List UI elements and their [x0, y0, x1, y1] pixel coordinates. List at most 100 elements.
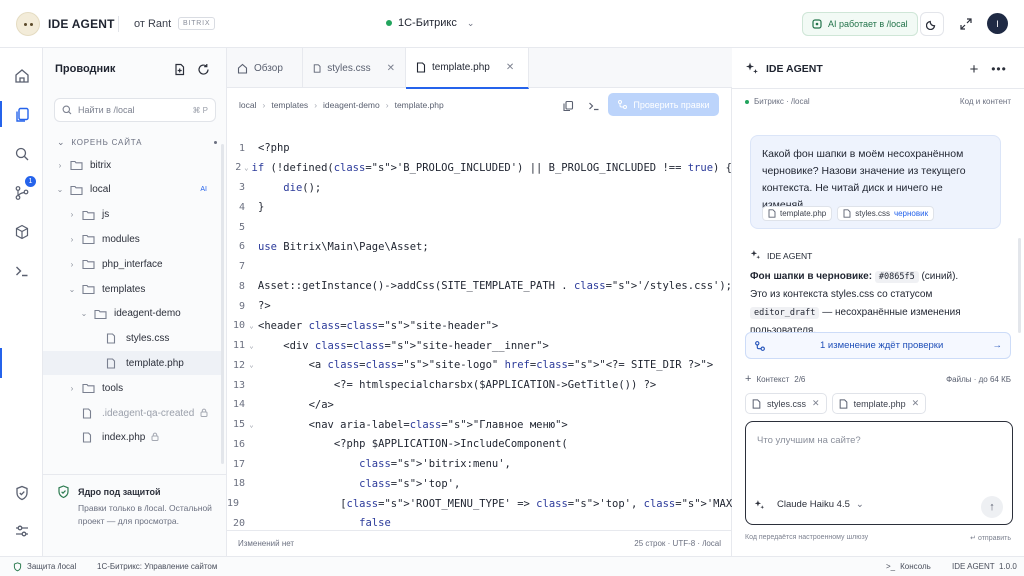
search-button[interactable] — [10, 142, 33, 165]
ai-status-badge[interactable]: AI работает в /local — [802, 12, 918, 36]
cube-icon — [15, 224, 28, 239]
code-line[interactable]: 20 false — [227, 513, 732, 530]
home-button[interactable] — [10, 64, 33, 87]
breadcrumb-item[interactable]: ideagent-demo — [323, 100, 380, 110]
tree-item-label: styles.css — [126, 333, 170, 345]
explorer-button[interactable] — [10, 103, 33, 126]
plus-icon[interactable]: + — [745, 373, 751, 385]
line-number: 18 — [232, 478, 245, 490]
version-label: IDE AGENT 1.0.0 — [952, 562, 1017, 571]
code-line[interactable]: 16 <?php $APPLICATION->IncludeComponent( — [227, 434, 732, 454]
terminal-button[interactable] — [10, 259, 33, 282]
scrollbar[interactable] — [1018, 238, 1021, 333]
console-button[interactable]: >_ Консоль — [886, 562, 931, 571]
model-selector[interactable]: Claude Haiku 4.5 ⌄ — [754, 499, 864, 510]
copy-button[interactable] — [557, 95, 579, 117]
tree-root-header[interactable]: ⌄ КОРЕНЬ САЙТА — [57, 137, 217, 148]
files-limit: Файлы · до 64 КБ — [946, 374, 1011, 384]
new-file-button[interactable] — [167, 57, 191, 81]
code-line[interactable]: 8 Asset::getInstance()->addCss(SITE_TEMPL… — [227, 276, 732, 296]
tree-folder[interactable]: › js — [43, 203, 221, 227]
close-icon[interactable]: ✕ — [912, 398, 920, 409]
modules-button[interactable] — [10, 220, 33, 243]
tree-folder[interactable]: ⌄ local AI — [43, 178, 221, 202]
breadcrumb-item[interactable]: local — [239, 100, 256, 110]
code-text: die(); — [283, 181, 322, 194]
code-line[interactable]: 5 — [227, 217, 732, 237]
tab-overview[interactable]: Обзор — [227, 48, 303, 88]
tree-folder[interactable]: › modules — [43, 227, 221, 251]
fold-chevron-icon[interactable]: ⌄ — [241, 164, 251, 172]
shield-icon — [15, 485, 28, 500]
refresh-icon — [197, 63, 209, 75]
refresh-button[interactable] — [191, 57, 215, 81]
fold-chevron-icon[interactable]: ⌄ — [245, 342, 258, 350]
tab-styles-css[interactable]: styles.css ✕ — [303, 48, 406, 88]
code-line[interactable]: 7 — [227, 257, 732, 277]
mode-label[interactable]: Код и контент — [960, 97, 1011, 106]
send-hint: ↵ отправить — [970, 535, 1011, 542]
fold-chevron-icon[interactable]: ⌄ — [245, 361, 258, 369]
code-line[interactable]: 13 <?= htmlspecialcharsbx($APPLICATION->… — [227, 375, 732, 395]
file-icon — [82, 407, 96, 419]
close-icon[interactable]: ✕ — [387, 63, 395, 74]
answer-status-code: editor_draft — [750, 307, 820, 319]
settings-button[interactable] — [10, 519, 33, 542]
scrollbar[interactable] — [221, 144, 224, 464]
code-line[interactable]: 12 ⌄ <a class=class="s">"site-logo" href=… — [227, 355, 732, 375]
code-line[interactable]: 2 ⌄ if (!defined(class="s">'B_PROLOG_INCLU… — [227, 158, 732, 178]
context-file-chip[interactable]: styles.css ✕ — [745, 393, 827, 414]
code-line[interactable]: 1 <?php — [227, 138, 732, 158]
tree-file[interactable]: styles.css — [43, 327, 221, 351]
attachment-chip[interactable]: styles.css черновик — [837, 206, 935, 221]
code-line[interactable]: 15 ⌄ <nav aria-label=class="s">"Главное м… — [227, 415, 732, 435]
line-number: 10 — [232, 320, 245, 332]
fold-chevron-icon[interactable]: ⌄ — [245, 421, 258, 429]
protection-status[interactable]: Защита /local — [13, 561, 76, 572]
send-button[interactable]: ↑ — [981, 496, 1003, 518]
context-file-chip[interactable]: template.php ✕ — [831, 393, 927, 414]
tree-folder[interactable]: › tools — [43, 376, 221, 400]
security-button[interactable] — [10, 481, 33, 504]
code-line[interactable]: 4} — [227, 197, 732, 217]
fold-chevron-icon[interactable]: ⌄ — [245, 322, 258, 330]
close-icon[interactable]: ✕ — [812, 398, 820, 409]
project-selector[interactable]: 1С-Битрикс ⌄ — [386, 17, 474, 29]
theme-toggle-button[interactable] — [920, 12, 944, 36]
code-line[interactable]: 17 class="s">'bitrix:menu', — [227, 454, 732, 474]
breadcrumb-item[interactable]: template.php — [395, 100, 444, 110]
search-shortcut: ⌘ P — [192, 105, 208, 115]
attachment-chip[interactable]: template.php — [762, 206, 833, 221]
code-line[interactable]: 11 ⌄ <div class=class="s">"site-header__i… — [227, 336, 732, 356]
chat-composer[interactable]: Что улучшим на сайте? Claude Haiku 4.5 ⌄… — [745, 421, 1013, 525]
code-line[interactable]: 19 [class="s">'ROOT_MENU_TYPE' => class=… — [227, 494, 732, 514]
terminal-button[interactable] — [583, 95, 605, 117]
tree-file[interactable]: .ideagent-qa-created — [43, 401, 221, 425]
tab-label: template.php — [432, 62, 490, 73]
tree-folder[interactable]: › bitrix — [43, 153, 221, 177]
file-search-input[interactable]: Найти в /local ⌘ P — [54, 98, 216, 122]
code-line[interactable]: 9 ?> — [227, 296, 732, 316]
code-line[interactable]: 14 </a> — [227, 395, 732, 415]
breadcrumb-item[interactable]: templates — [271, 100, 308, 110]
more-button[interactable]: ••• — [987, 57, 1011, 81]
tree-file[interactable]: index.php — [43, 426, 221, 450]
composer-placeholder: Что улучшим на сайте? — [757, 435, 861, 446]
tree-file[interactable]: template.php — [43, 351, 221, 376]
code-line[interactable]: 3 die(); — [227, 178, 732, 198]
tree-folder[interactable]: ⌄ templates — [43, 277, 221, 301]
code-line[interactable]: 6 use Bitrix\Main\Page\Asset; — [227, 237, 732, 257]
code-line[interactable]: 18 class="s">'top', — [227, 474, 732, 494]
avatar[interactable]: I — [987, 13, 1008, 34]
close-icon[interactable]: ✕ — [506, 62, 514, 73]
fullscreen-button[interactable] — [954, 12, 978, 36]
pending-changes-button[interactable]: 1 изменение ждёт проверки → — [745, 332, 1011, 359]
check-changes-button[interactable]: Проверить правки — [608, 93, 719, 116]
code-line[interactable]: 10 ⌄ <header class=class="s">"site-header"… — [227, 316, 732, 336]
tree-folder[interactable]: › php_interface — [43, 252, 221, 276]
tab-template-php[interactable]: template.php ✕ — [406, 48, 529, 89]
source-control-button[interactable]: 1 — [10, 176, 36, 204]
new-chat-button[interactable]: + — [962, 57, 986, 81]
tree-folder[interactable]: ⌄ ideagent-demo — [43, 302, 221, 326]
code-editor[interactable]: 1 <?php 2 ⌄ if (!defined(class="s">'B_PROLOG… — [227, 138, 732, 530]
